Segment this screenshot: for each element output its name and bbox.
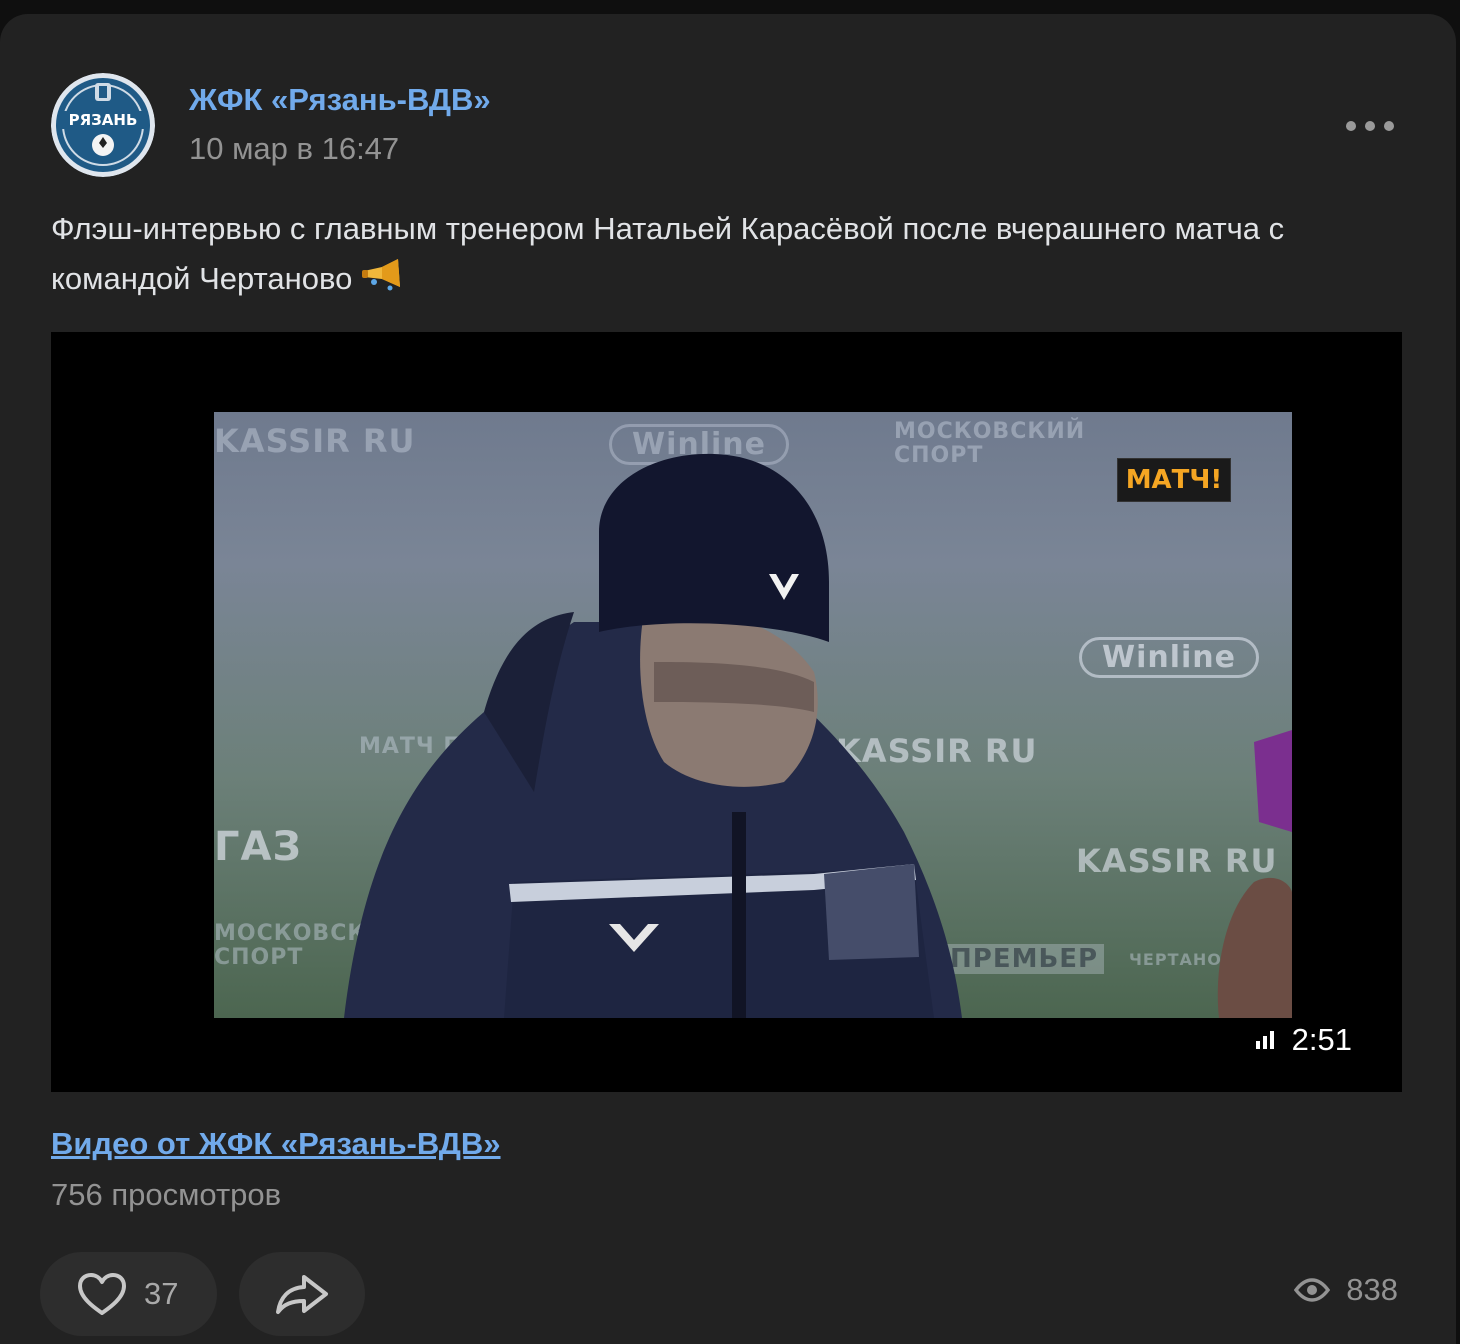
video-views: 756 просмотров	[51, 1177, 282, 1212]
dot-icon	[1346, 121, 1356, 131]
post-views: 838	[1294, 1272, 1398, 1308]
avatar-text: РЯЗАНЬ	[68, 111, 138, 129]
video-thumbnail: KASSIR RU Winline МОСКОВСКИЙ СПОРТ Winli…	[214, 412, 1292, 1018]
post-author-link[interactable]: ЖФК «Рязань-ВДВ»	[189, 82, 491, 118]
more-options-button[interactable]	[1346, 112, 1394, 140]
channel-logo-text: МАТЧ!	[1125, 465, 1223, 495]
trumpet-icon	[360, 257, 404, 308]
post-date[interactable]: 10 мар в 16:47	[189, 131, 399, 167]
video-duration-badge: 2:51	[1255, 1022, 1352, 1058]
video-duration: 2:51	[1291, 1022, 1352, 1057]
channel-logo: МАТЧ!	[1117, 458, 1231, 502]
video-source-link[interactable]: Видео от ЖФК «Рязань-ВДВ»	[51, 1126, 501, 1162]
post-text: Флэш-интервью с главным тренером Наталье…	[51, 204, 1391, 308]
like-button[interactable]: 37	[40, 1252, 217, 1336]
post-text-content: Флэш-интервью с главным тренером Наталье…	[51, 211, 1285, 296]
share-button[interactable]	[239, 1252, 365, 1336]
heart-icon	[78, 1273, 126, 1315]
like-count: 37	[144, 1276, 179, 1311]
post-views-count: 838	[1346, 1272, 1398, 1307]
video-player[interactable]: KASSIR RU Winline МОСКОВСКИЙ СПОРТ Winli…	[51, 332, 1402, 1092]
dot-icon	[1384, 121, 1394, 131]
dot-icon	[1365, 121, 1375, 131]
signal-bars-icon	[1255, 1031, 1274, 1049]
eye-icon	[1294, 1278, 1331, 1302]
share-arrow-icon	[276, 1275, 328, 1314]
author-avatar[interactable]: РЯЗАНЬ	[51, 73, 155, 177]
post-card: РЯЗАНЬ ЖФК «Рязань-ВДВ» 10 мар в 16:47 Ф…	[0, 14, 1456, 1344]
person-silhouette	[344, 453, 1292, 1018]
